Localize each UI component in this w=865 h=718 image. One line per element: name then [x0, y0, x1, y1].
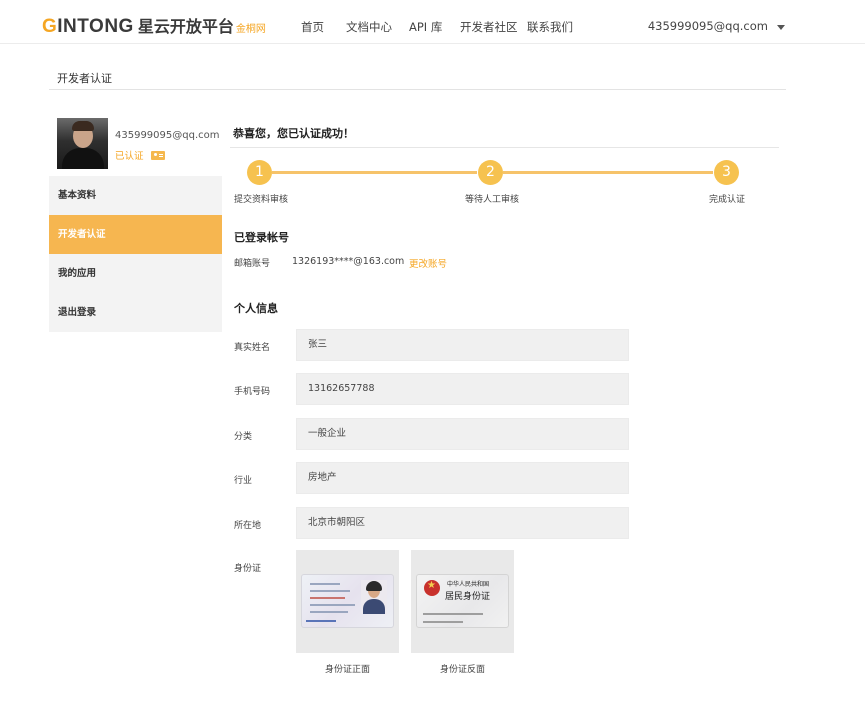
national-emblem-icon: [424, 580, 440, 596]
caret-down-icon: [777, 24, 785, 30]
step-2-circle: 2: [478, 160, 503, 185]
nav-contact[interactable]: 联系我们: [527, 19, 573, 35]
nav-home[interactable]: 首页: [301, 19, 324, 35]
step-track-2: [503, 171, 713, 174]
id-card-back-upload[interactable]: 中华人民共和国 居民身份证: [411, 550, 514, 653]
id-card-front-upload[interactable]: [296, 550, 399, 653]
id-back-title-1: 中华人民共和国: [447, 581, 490, 588]
account-section-heading: 已登录帐号: [234, 231, 289, 244]
id-card-back-image: 中华人民共和国 居民身份证: [416, 574, 509, 628]
change-account-link[interactable]: 更改账号: [409, 256, 447, 270]
category-field[interactable]: 一般企业: [296, 418, 629, 450]
id-card-front-image: [301, 574, 394, 628]
nav-community[interactable]: 开发者社区: [460, 19, 518, 35]
nav-docs[interactable]: 文档中心: [346, 19, 392, 35]
industry-field[interactable]: 房地产: [296, 462, 629, 494]
location-label: 所在地: [234, 521, 262, 531]
success-message: 恭喜您，您已认证成功！: [233, 127, 354, 140]
user-email: 435999095@qq.com: [647, 19, 768, 33]
title-divider: [49, 89, 786, 90]
phone-label: 手机号码: [234, 387, 271, 397]
avatar: [57, 118, 108, 169]
sidebar-menu: 基本资料 开发者认证 我的应用 退出登录: [49, 176, 222, 332]
step-1-label: 提交资料审核: [234, 195, 289, 205]
logo-g: G: [42, 16, 58, 37]
logo-subtitle: 金桐网: [235, 24, 266, 35]
logo-chinese-name: 星云开放平台: [137, 17, 234, 36]
id-back-caption: 身份证反面: [439, 665, 485, 675]
top-header: G INTONG 星云开放平台 金桐网 首页 文档中心 API 库 开发者社区 …: [0, 0, 865, 44]
nav-api[interactable]: API 库: [409, 19, 442, 35]
account-value: 1326193****@163.com: [292, 256, 405, 267]
step-3-circle: 3: [714, 160, 739, 185]
id-badge-icon: [150, 150, 165, 160]
verified-status: 已认证: [115, 148, 165, 162]
sidebar-item-developer-auth[interactable]: 开发者认证: [49, 215, 222, 254]
id-card-label: 身份证: [234, 564, 262, 574]
step-2-label: 等待人工审核: [465, 195, 520, 205]
progress-steps: 1 2 3 提交资料审核 等待人工审核 完成认证: [230, 160, 780, 205]
id-back-title-2: 居民身份证: [445, 592, 491, 602]
category-label: 分类: [234, 432, 253, 442]
logo[interactable]: G INTONG 星云开放平台 金桐网: [42, 13, 266, 38]
step-track-1: [272, 171, 477, 174]
account-label: 邮箱账号: [234, 259, 271, 269]
personal-section-heading: 个人信息: [234, 302, 278, 315]
location-field[interactable]: 北京市朝阳区: [296, 507, 629, 539]
success-divider: [230, 147, 779, 148]
sidebar-item-logout[interactable]: 退出登录: [49, 293, 222, 332]
profile-email: 435999095@qq.com: [115, 130, 220, 141]
verified-label: 已认证: [115, 151, 144, 162]
real-name-label: 真实姓名: [234, 343, 271, 353]
industry-label: 行业: [234, 476, 253, 486]
sidebar-item-my-apps[interactable]: 我的应用: [49, 254, 222, 293]
user-menu[interactable]: 435999095@qq.com: [648, 19, 785, 33]
page-title: 开发者认证: [57, 72, 112, 85]
real-name-field[interactable]: 张三: [296, 329, 629, 361]
phone-field[interactable]: 13162657788: [296, 373, 629, 405]
sidebar-item-profile[interactable]: 基本资料: [49, 176, 222, 215]
id-front-caption: 身份证正面: [324, 665, 370, 675]
step-3-label: 完成认证: [709, 195, 746, 205]
step-1-circle: 1: [247, 160, 272, 185]
logo-text: INTONG: [57, 16, 134, 37]
